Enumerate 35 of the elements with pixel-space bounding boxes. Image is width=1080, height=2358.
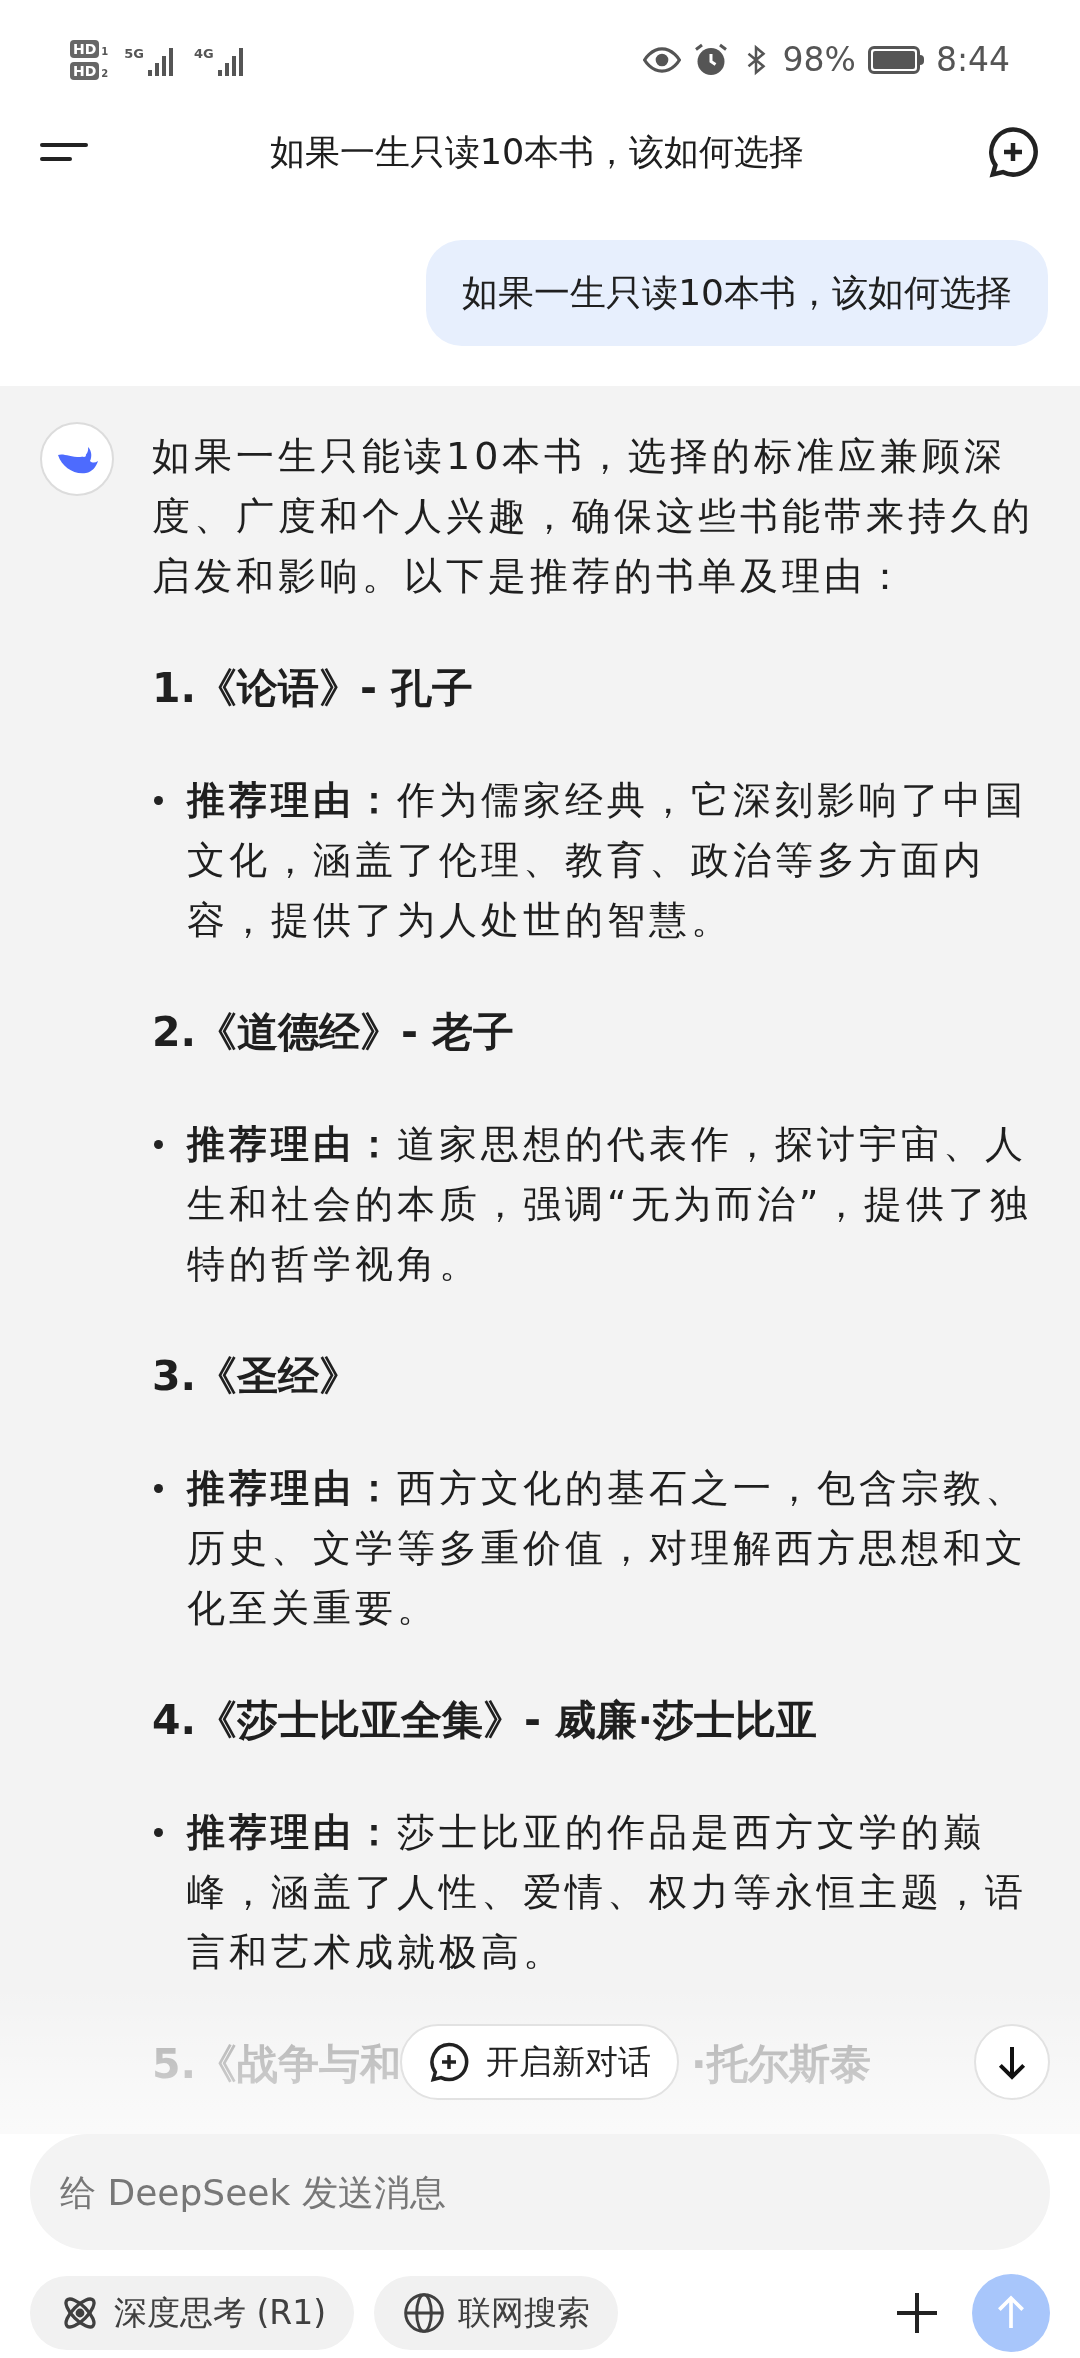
message-input[interactable]: 给 DeepSeek 发送消息 <box>30 2134 1050 2250</box>
book-heading: 3.《圣经》 <box>152 1351 362 1402</box>
menu-button[interactable] <box>40 143 88 161</box>
new-chat-icon[interactable] <box>986 125 1040 179</box>
book-heading: 1.《论语》- 孔子 <box>152 663 475 714</box>
mode-toggle[interactable]: 深度思考 (R1) <box>30 2276 355 2350</box>
book-heading: 5.《战争与和 <box>152 2039 402 2090</box>
bullet-icon <box>154 1140 163 1149</box>
sim-slot: 2 <box>101 68 109 80</box>
new-chat-icon <box>428 2041 470 2083</box>
network-type: 5G <box>124 45 145 63</box>
clock: 8:44 <box>935 39 1010 82</box>
sim-label: HD <box>70 40 100 58</box>
sim-slot: 1 <box>101 46 109 58</box>
globe-icon <box>402 2291 447 2335</box>
network-type: 4G <box>194 45 214 63</box>
book-heading: 2.《道德经》- 老子 <box>152 1007 516 1058</box>
bullet-icon <box>154 1828 163 1837</box>
book-heading: 4.《莎士比亚全集》- 威廉·莎士比亚 <box>152 1695 818 1746</box>
reason-text: 推荐理由：西方文化的基石之一，包含宗教、历史、文学等多重价值，对理解西方思想和文化至关重要。 <box>187 1465 1028 1632</box>
battery-icon <box>867 46 924 74</box>
user-message: 如果一生只读10本书，该如何选择 <box>426 240 1048 346</box>
chat-title: 如果一生只读10本书，该如何选择 <box>269 130 805 174</box>
sim-label: HD <box>70 62 100 80</box>
mode-toggle[interactable]: 联网搜索 <box>374 2276 619 2350</box>
bullet-icon <box>154 1484 163 1493</box>
answer-paragraph: 如果一生只能读10本书，选择的标准应兼顾深度、广度和个人兴趣，确保这些书能带来持久的启发和影响。以下是推荐的书单及理由： <box>152 433 1035 600</box>
book-heading: ·托尔斯泰 <box>691 2039 871 2090</box>
alarm-icon <box>692 42 729 78</box>
new-chat-button[interactable]: 开启新对话 <box>400 2024 679 2100</box>
reason-text: 推荐理由：莎士比亚的作品是西方文学的巅峰，涵盖了人性、爱情、权力等永恒主题，语言和艺术成就极高。 <box>187 1809 1028 1976</box>
bullet-icon <box>154 796 163 805</box>
reason-text: 推荐理由：道家思想的代表作，探讨宇宙、人生和社会的本质，强调“无为而治”，提供了独特的哲学视角。 <box>187 1121 1034 1288</box>
battery-percent: 98% <box>782 39 856 82</box>
reason-text: 推荐理由：作为儒家经典，它深刻影响了中国文化，涵盖了伦理、教育、政治等多方面内容，提供了为人处世的智慧。 <box>187 777 1028 944</box>
